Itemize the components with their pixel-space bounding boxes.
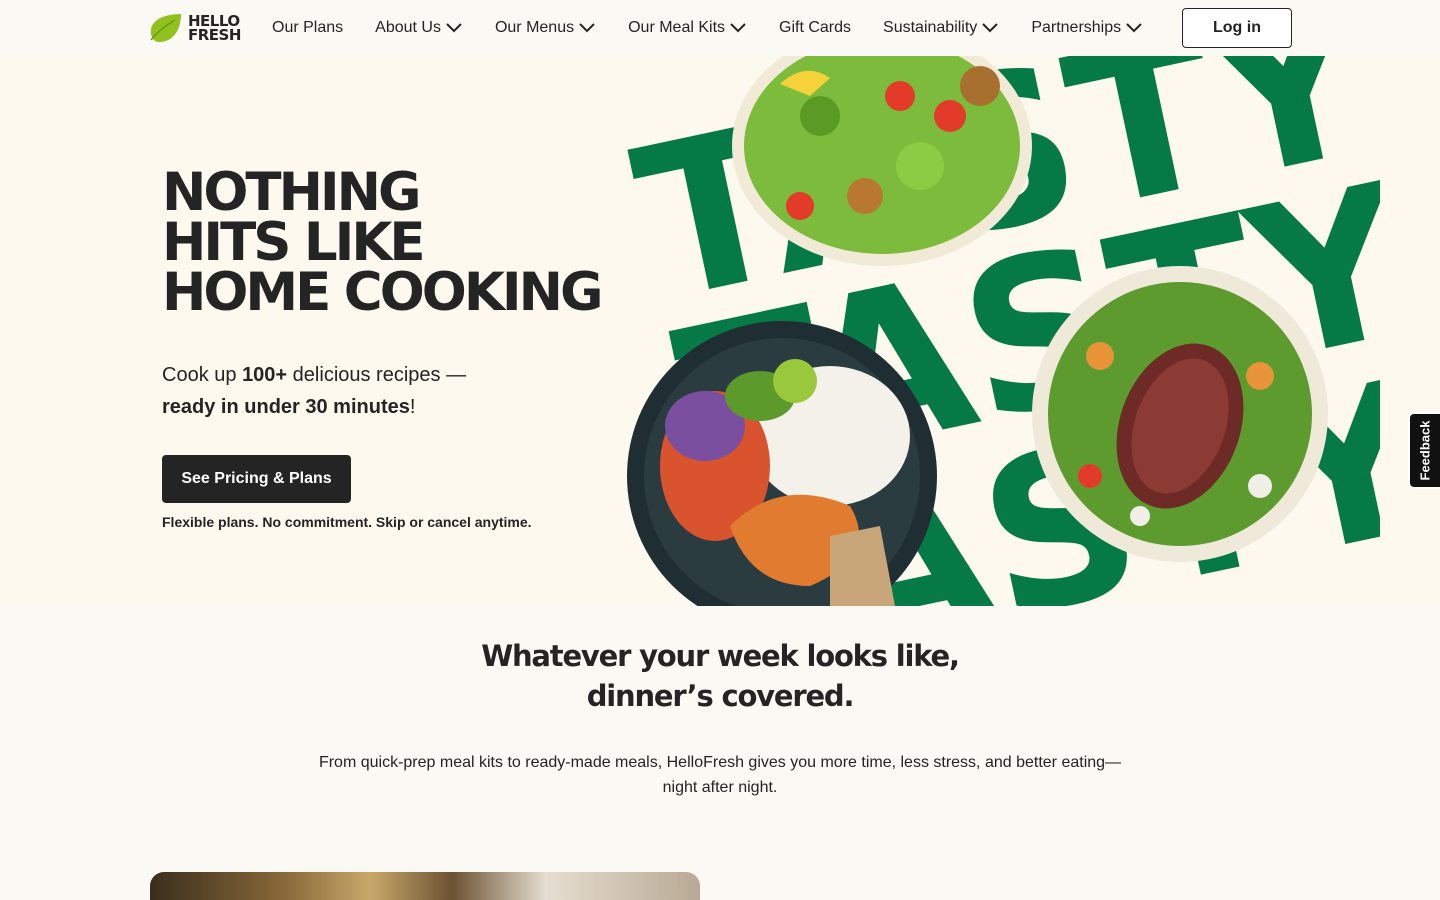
nav-our-menus[interactable]: Our Menus [495, 19, 596, 37]
chevron-down-icon [446, 23, 462, 33]
hero-title: NOTHING HITS LIKE HOME COOKING [162, 162, 603, 323]
logo-wordmark: HELLO FRESH [188, 12, 241, 44]
nav-gift-cards[interactable]: Gift Cards [779, 19, 851, 37]
hero-subtitle: Cook up 100+ delicious recipes — ready in… [162, 364, 467, 418]
login-button[interactable]: Log in [1182, 8, 1292, 48]
section-body: From quick-prep meal kits to ready-made … [318, 754, 1122, 796]
feedback-tab[interactable]: Feedback [1408, 412, 1440, 489]
see-pricing-button[interactable]: See Pricing & Plans [162, 455, 351, 503]
family-photo [150, 872, 700, 900]
nav-our-plans[interactable]: Our Plans [272, 19, 343, 37]
chevron-down-icon [730, 23, 746, 33]
section-title: Whatever your week looks like, dinner’s … [481, 639, 960, 713]
chevron-down-icon [1126, 23, 1142, 33]
nav-sustainability[interactable]: Sustainability [883, 19, 999, 37]
lime-leaf-icon [150, 14, 181, 42]
nav-about-us[interactable]: About Us [375, 19, 463, 37]
main-menu: Our Plans About Us Our Menus Our Meal Ki… [272, 0, 1175, 56]
top-nav: HELLO FRESH Our Plans About Us Our Menus… [0, 0, 1440, 56]
hero-section: NOTHING HITS LIKE HOME COOKING Cook up 1… [0, 56, 1440, 606]
chevron-down-icon [579, 23, 595, 33]
hero-note: Flexible plans. No commitment. Skip or c… [162, 514, 532, 530]
steak-plate [1032, 266, 1328, 562]
hero-food-image: TASTY TASTY TASTY [620, 56, 1380, 606]
nav-our-meal-kits[interactable]: Our Meal Kits [628, 19, 747, 37]
nav-partnerships[interactable]: Partnerships [1031, 19, 1143, 37]
hellofresh-logo[interactable]: HELLO FRESH [147, 12, 241, 44]
chevron-down-icon [982, 23, 999, 33]
